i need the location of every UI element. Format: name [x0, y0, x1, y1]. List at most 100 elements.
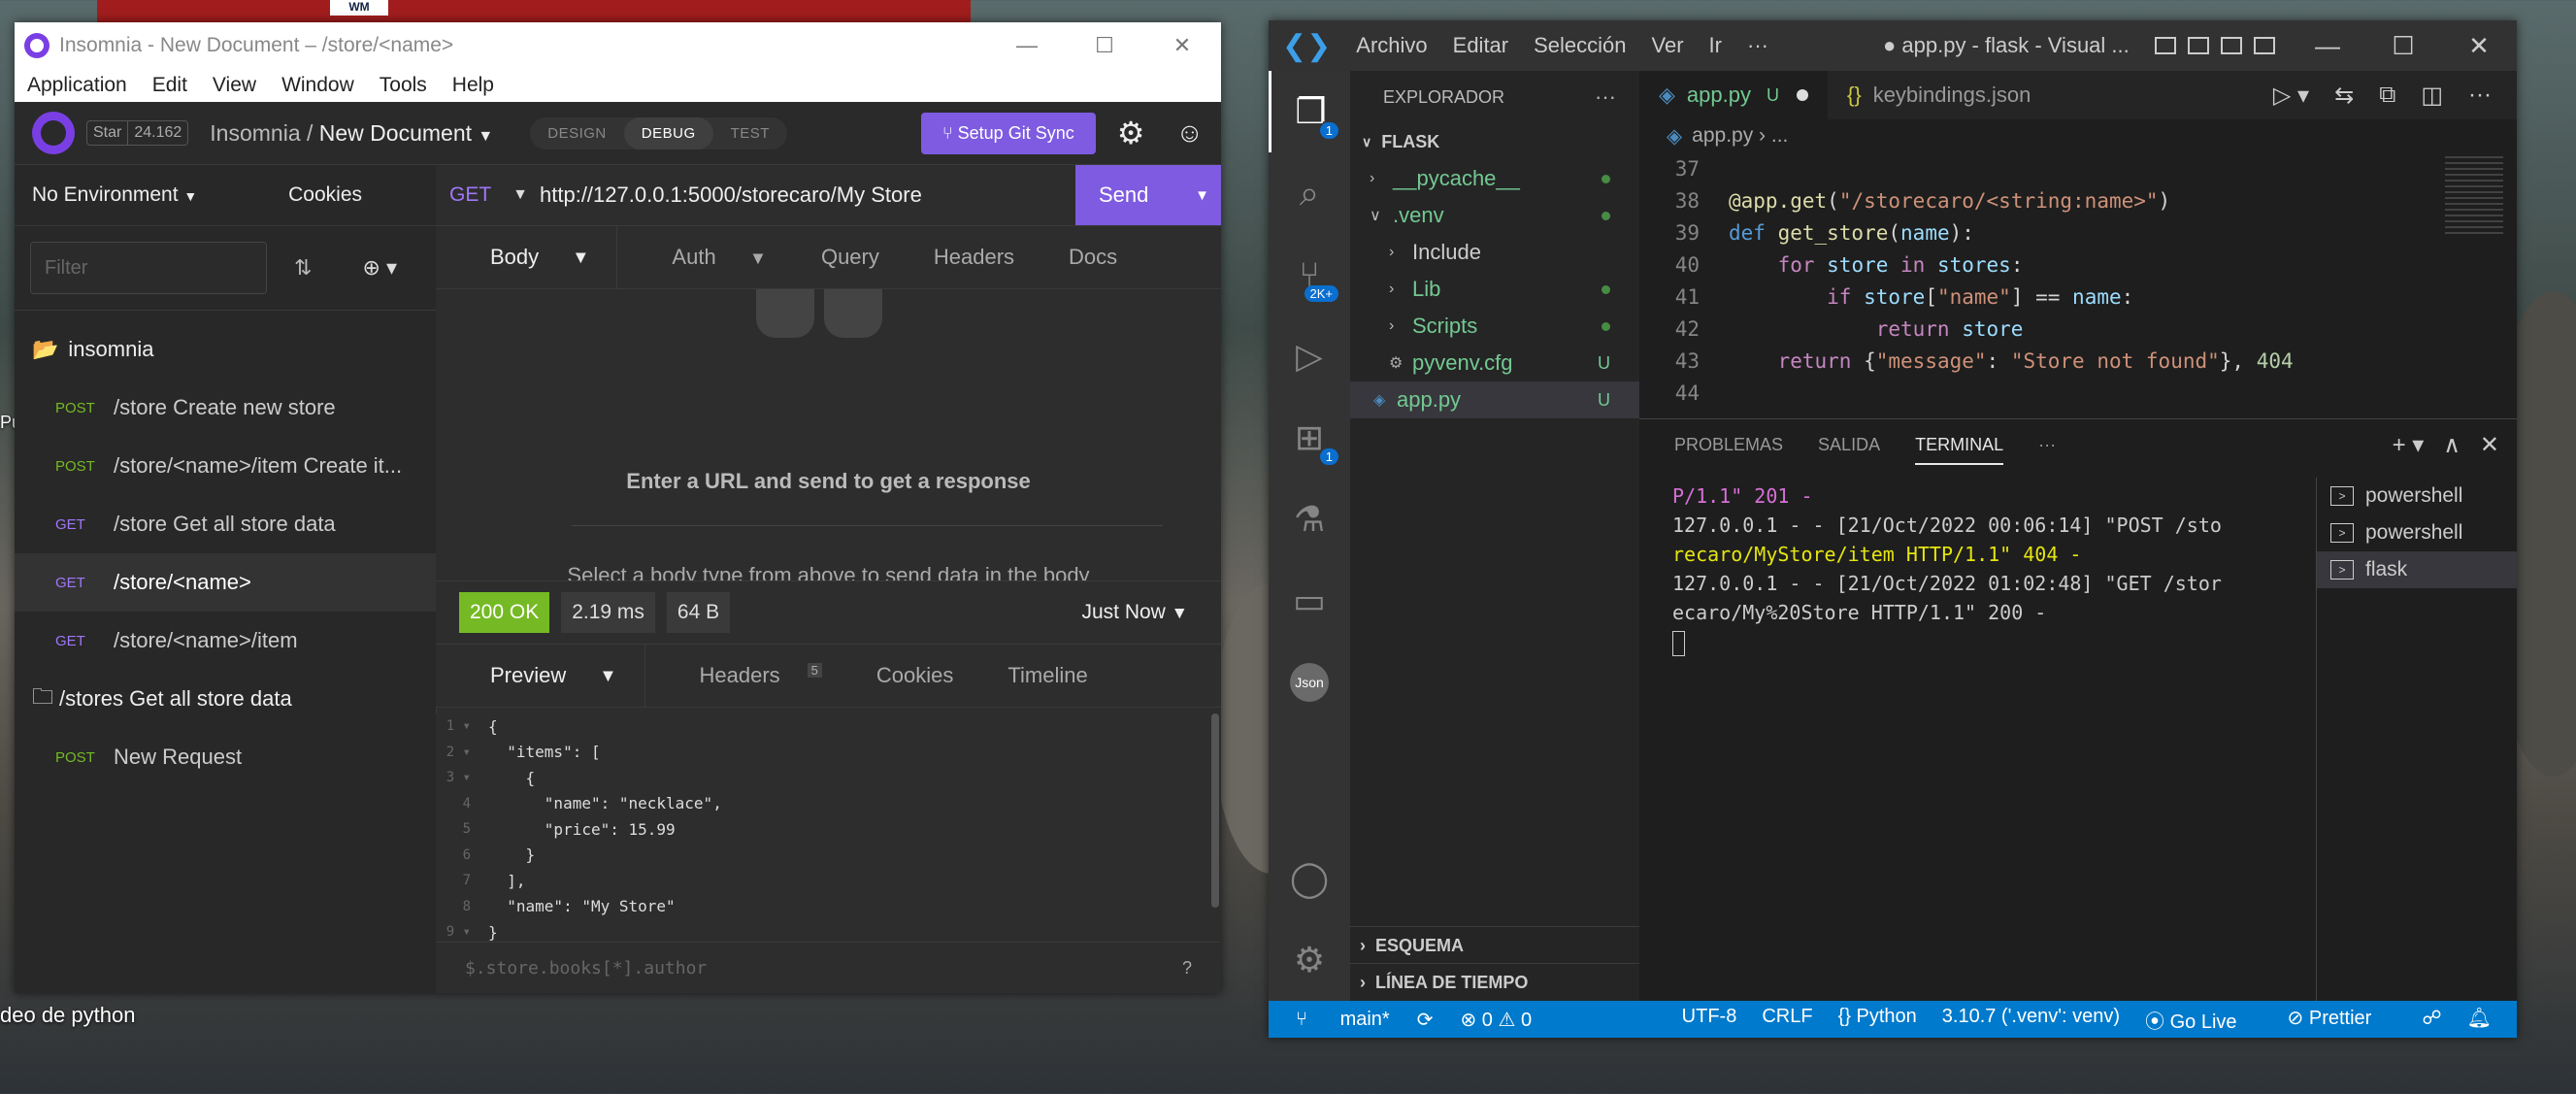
menu-editar[interactable]: Editar — [1453, 33, 1508, 58]
explorer-icon[interactable]: ❐ 1 — [1269, 71, 1350, 152]
filter-input[interactable]: Filter — [30, 242, 267, 294]
maximize-panel-icon[interactable]: ∧ — [2443, 431, 2460, 459]
minimize-icon[interactable]: — — [988, 33, 1066, 58]
breadcrumb-root[interactable]: Insomnia — [210, 120, 300, 146]
tab-timeline[interactable]: Timeline — [980, 663, 1114, 688]
insomnia-home-icon[interactable] — [32, 112, 75, 154]
tree-item[interactable]: ∨ .venv — [1350, 197, 1639, 234]
jsonpath-input[interactable]: $.store.books[*].author — [465, 958, 707, 978]
chevron-down-icon[interactable]: ▼ — [1195, 187, 1209, 204]
sidebar-layout-icon[interactable] — [2220, 37, 2242, 54]
code-editor[interactable]: 37 38 @app.get("/storecaro/<string:name>"… — [1639, 152, 2517, 416]
request-item[interactable]: POST /store/<name>/item Create it... — [15, 437, 436, 495]
add-terminal-icon[interactable]: + ▾ — [2393, 431, 2425, 459]
tab-design[interactable]: DESIGN — [530, 117, 624, 149]
compare-icon[interactable]: ⇆ — [2334, 82, 2354, 110]
outline-section[interactable]: › ESQUEMA — [1350, 926, 1639, 964]
add-icon[interactable]: ⊕ ▾ — [362, 255, 397, 281]
terminal-item-selected[interactable]: > flask — [2317, 551, 2517, 588]
maximize-icon[interactable]: ☐ — [1066, 33, 1143, 58]
chevron-down-icon[interactable]: ▼ — [512, 186, 528, 204]
encoding-status[interactable]: UTF-8 — [1682, 1006, 1737, 1034]
tab-test[interactable]: TEST — [713, 117, 787, 149]
terminal-output[interactable]: P/1.1" 201 - 127.0.0.1 - - [21/Oct/2022 … — [1672, 481, 2274, 656]
tab-terminal[interactable]: TERMINAL — [1915, 435, 2004, 465]
user-icon[interactable]: ☺ — [1175, 117, 1204, 149]
url-input[interactable]: http://127.0.0.1:5000/storecaro/My Store — [540, 182, 922, 208]
menu-ir[interactable]: Ir — [1709, 33, 1722, 58]
minimap[interactable] — [2445, 156, 2503, 234]
more-icon[interactable]: ··· — [2468, 82, 2492, 110]
tab-auth[interactable]: Auth ▼ — [617, 245, 794, 270]
tab-docs[interactable]: Docs — [1041, 245, 1144, 270]
tab-app-py[interactable]: ◈ app.py U — [1639, 71, 1828, 119]
tab-response-headers[interactable]: Headers 5 — [645, 662, 849, 688]
remote-explorer-icon[interactable]: ▭ — [1269, 560, 1350, 642]
scrollbar[interactable] — [1211, 713, 1219, 908]
request-item[interactable]: GET /store Get all store data — [15, 495, 436, 553]
menu-view[interactable]: View — [213, 74, 256, 97]
minimize-icon[interactable]: — — [2290, 31, 2365, 61]
customize-layout-icon[interactable] — [2253, 37, 2275, 54]
request-item[interactable]: GET /store/<name>/item — [15, 612, 436, 670]
eol-status[interactable]: CRLF — [1762, 1006, 1812, 1034]
breadcrumb-file[interactable]: app.py — [1692, 124, 1753, 148]
more-icon[interactable]: ··· — [2038, 435, 2056, 455]
send-button[interactable]: Send ▼ — [1075, 165, 1221, 225]
source-control-icon[interactable]: ⑂ 2K+ — [1269, 234, 1350, 315]
desktop-thumb[interactable]: WM — [330, 0, 388, 16]
problems-status[interactable]: ⊗ 0 ⚠ 0 — [1460, 1008, 1532, 1032]
tree-item[interactable]: › Scripts — [1350, 308, 1639, 345]
chevron-down-icon[interactable]: ▼ — [478, 128, 493, 145]
testing-icon[interactable]: ⚗ — [1269, 479, 1350, 560]
gear-icon[interactable]: ⚙ — [1117, 115, 1145, 151]
panel-layout-icon[interactable] — [2187, 37, 2209, 54]
tab-debug[interactable]: DEBUG — [623, 116, 713, 149]
menu-seleccion[interactable]: Selección — [1534, 33, 1626, 58]
run-icon[interactable]: ▷ ▾ — [2273, 82, 2309, 110]
close-icon[interactable]: ✕ — [2441, 31, 2517, 61]
layout-icon[interactable] — [2154, 37, 2176, 54]
extensions-icon[interactable]: ⊞ 1 — [1269, 397, 1350, 479]
open-preview-icon[interactable]: ⧉ — [2379, 82, 2395, 110]
timeline-section[interactable]: › LÍNEA DE TIEMPO — [1350, 963, 1639, 1001]
search-icon[interactable]: ⌕ — [1269, 152, 1350, 234]
tab-body[interactable]: Body ▼ — [436, 226, 618, 288]
split-editor-icon[interactable]: ◫ — [2421, 82, 2443, 110]
request-item-selected[interactable]: GET /store/<name> — [15, 553, 436, 612]
gear-icon[interactable]: ⚙ — [1269, 919, 1350, 1001]
tree-item[interactable]: › Lib — [1350, 271, 1639, 308]
tab-cookies[interactable]: Cookies — [849, 663, 980, 688]
folder-insomnia[interactable]: 📂 insomnia — [15, 320, 436, 379]
desktop-icon-label[interactable]: deo de python — [0, 1003, 135, 1028]
json-icon[interactable]: Json — [1269, 642, 1350, 723]
tree-item-selected[interactable]: ◈ app.py U — [1350, 381, 1639, 418]
method-select[interactable]: GET — [449, 183, 491, 207]
sync-icon[interactable]: ⟳ — [1417, 1008, 1434, 1032]
close-icon[interactable]: ✕ — [1143, 33, 1221, 58]
tab-problems[interactable]: PROBLEMAS — [1674, 435, 1783, 455]
branch-status[interactable]: ⑂ main* — [1296, 1009, 1390, 1031]
menu-tools[interactable]: Tools — [380, 74, 427, 97]
tab-keybindings[interactable]: {} keybindings.json — [1828, 71, 2050, 119]
sort-icon[interactable]: ⇅ — [294, 255, 312, 281]
tab-query[interactable]: Query — [794, 245, 907, 270]
menu-more[interactable]: ··· — [1747, 33, 1768, 58]
menu-edit[interactable]: Edit — [152, 74, 187, 97]
breadcrumb-symbol[interactable]: ... — [1771, 124, 1789, 148]
terminal-item[interactable]: > powershell — [2317, 478, 2517, 514]
language-status[interactable]: {} Python — [1838, 1006, 1917, 1034]
terminal-item[interactable]: > powershell — [2317, 514, 2517, 551]
workspace-root[interactable]: ∨ FLASK — [1350, 123, 1639, 160]
tree-item[interactable]: ⚙ pyvenv.cfg U — [1350, 345, 1639, 381]
menu-help[interactable]: Help — [452, 74, 494, 97]
breadcrumb-doc[interactable]: New Document — [319, 120, 472, 146]
menu-archivo[interactable]: Archivo — [1356, 33, 1427, 58]
git-sync-button[interactable]: ⑂ Setup Git Sync — [920, 112, 1096, 154]
account-icon[interactable]: ◯ — [1269, 838, 1350, 919]
history-dropdown[interactable]: Just Now ▼ — [1081, 601, 1188, 624]
tree-item[interactable]: › Include — [1350, 234, 1639, 271]
request-item[interactable]: POST /store Create new store — [15, 379, 436, 437]
unsaved-dot-icon[interactable] — [1796, 89, 1808, 101]
tab-headers[interactable]: Headers — [907, 245, 1041, 270]
